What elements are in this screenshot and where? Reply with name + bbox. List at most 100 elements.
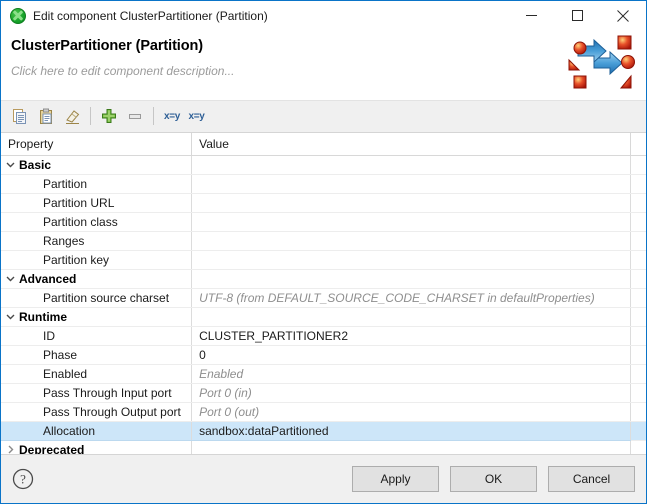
- group-label: Runtime: [19, 310, 67, 324]
- property-value: Port 0 (out): [192, 403, 630, 421]
- table-header-row: Property Value: [1, 133, 646, 156]
- property-value-cell[interactable]: [192, 250, 631, 269]
- svg-text:?: ?: [20, 472, 26, 487]
- group-value-cell: [192, 307, 631, 326]
- property-value-cell[interactable]: [192, 212, 631, 231]
- table-row[interactable]: Ranges: [1, 231, 646, 250]
- table-row[interactable]: Partition class: [1, 212, 646, 231]
- chevron-down-icon[interactable]: [1, 312, 19, 321]
- table-row[interactable]: EnabledEnabled: [1, 364, 646, 383]
- close-button[interactable]: [600, 1, 646, 30]
- property-value-cell[interactable]: Port 0 (out): [192, 402, 631, 421]
- apply-button[interactable]: Apply: [352, 466, 439, 492]
- maximize-button[interactable]: [554, 1, 600, 30]
- ok-button[interactable]: OK: [450, 466, 537, 492]
- minimize-button[interactable]: [508, 1, 554, 30]
- assign-value-icon[interactable]: x=y: [159, 103, 185, 129]
- table-row[interactable]: Phase0: [1, 345, 646, 364]
- property-name-cell: Enabled: [1, 364, 192, 383]
- group-toggle-runtime[interactable]: Runtime: [1, 307, 192, 326]
- table-row-spacer-cell: [631, 440, 646, 455]
- table-row-spacer-cell: [631, 155, 646, 174]
- group-value-cell: [192, 440, 631, 455]
- remove-icon[interactable]: [122, 103, 148, 129]
- property-value: Port 0 (in): [192, 384, 630, 402]
- group-label: Basic: [19, 158, 51, 172]
- table-row-spacer-cell: [631, 421, 646, 440]
- property-name: Enabled: [1, 365, 191, 383]
- property-name-cell: Pass Through Output port: [1, 402, 192, 421]
- column-header-property[interactable]: Property: [1, 133, 192, 156]
- table-row-spacer-cell: [631, 345, 646, 364]
- table-row[interactable]: Allocationsandbox:dataPartitioned: [1, 421, 646, 440]
- cancel-button[interactable]: Cancel: [548, 466, 635, 492]
- title-bar: Edit component ClusterPartitioner (Parti…: [1, 1, 646, 30]
- property-name: Ranges: [1, 232, 191, 250]
- property-value-cell[interactable]: [192, 231, 631, 250]
- table-group-row[interactable]: Advanced: [1, 269, 646, 288]
- column-header-spacer: [631, 133, 646, 156]
- property-value-cell[interactable]: [192, 193, 631, 212]
- property-name-cell: Partition key: [1, 250, 192, 269]
- table-row[interactable]: Pass Through Output portPort 0 (out): [1, 402, 646, 421]
- table-row[interactable]: Pass Through Input portPort 0 (in): [1, 383, 646, 402]
- table-row[interactable]: Partition: [1, 174, 646, 193]
- property-value: UTF-8 (from DEFAULT_SOURCE_CODE_CHARSET …: [192, 289, 630, 307]
- chevron-down-icon[interactable]: [1, 274, 19, 283]
- property-value-cell[interactable]: [192, 174, 631, 193]
- property-value: Enabled: [192, 365, 630, 383]
- property-name-cell: Partition source charset: [1, 288, 192, 307]
- component-description-field[interactable]: Click here to edit component description…: [11, 64, 636, 78]
- window-title: Edit component ClusterPartitioner (Parti…: [33, 9, 268, 23]
- table-row-spacer-cell: [631, 326, 646, 345]
- group-value-cell: [192, 269, 631, 288]
- property-name: Pass Through Output port: [1, 403, 191, 421]
- copy-icon[interactable]: [7, 103, 33, 129]
- assign-value-external-label: x=y: [188, 111, 207, 122]
- add-icon[interactable]: [96, 103, 122, 129]
- chevron-down-icon[interactable]: [1, 160, 19, 169]
- property-value-cell[interactable]: CLUSTER_PARTITIONER2: [192, 326, 631, 345]
- chevron-right-icon[interactable]: [1, 445, 19, 454]
- property-name-cell: Phase: [1, 345, 192, 364]
- property-name: Partition class: [1, 213, 191, 231]
- table-row-spacer-cell: [631, 288, 646, 307]
- table-row[interactable]: Partition URL: [1, 193, 646, 212]
- cluster-partitioner-arrows-icon: [564, 32, 638, 96]
- property-value: 0: [192, 346, 630, 364]
- group-toggle-deprecated[interactable]: Deprecated: [1, 440, 192, 455]
- property-value-cell[interactable]: Enabled: [192, 364, 631, 383]
- property-value-cell[interactable]: Port 0 (in): [192, 383, 631, 402]
- group-toggle-advanced[interactable]: Advanced: [1, 269, 192, 288]
- table-row[interactable]: Partition source charsetUTF-8 (from DEFA…: [1, 288, 646, 307]
- group-value-cell: [192, 155, 631, 174]
- paste-icon[interactable]: [33, 103, 59, 129]
- help-question-icon[interactable]: ?: [12, 468, 34, 490]
- table-row-spacer-cell: [631, 307, 646, 326]
- table-row[interactable]: IDCLUSTER_PARTITIONER2: [1, 326, 646, 345]
- table-row-spacer-cell: [631, 269, 646, 288]
- table-group-row[interactable]: Basic: [1, 155, 646, 174]
- property-name: Partition: [1, 175, 191, 193]
- clear-icon[interactable]: [59, 103, 85, 129]
- properties-table-container[interactable]: Property Value Basic PartitionPartition U…: [1, 133, 646, 455]
- group-toggle-basic[interactable]: Basic: [1, 155, 192, 174]
- table-row-spacer-cell: [631, 193, 646, 212]
- table-row-spacer-cell: [631, 364, 646, 383]
- toolbar-separator: [90, 107, 91, 125]
- property-value-cell[interactable]: sandbox:dataPartitioned: [192, 421, 631, 440]
- page-title: ClusterPartitioner (Partition): [11, 38, 636, 54]
- property-name-cell: Allocation: [1, 421, 192, 440]
- app-icon: [10, 8, 26, 24]
- assign-value-external-icon[interactable]: x=y: [185, 103, 211, 129]
- table-group-row[interactable]: Runtime: [1, 307, 646, 326]
- property-name: Pass Through Input port: [1, 384, 191, 402]
- group-label: Advanced: [19, 272, 76, 286]
- column-header-value[interactable]: Value: [192, 133, 631, 156]
- property-value-cell[interactable]: UTF-8 (from DEFAULT_SOURCE_CODE_CHARSET …: [192, 288, 631, 307]
- table-group-row[interactable]: Deprecated: [1, 440, 646, 455]
- table-row[interactable]: Partition key: [1, 250, 646, 269]
- table-row-spacer-cell: [631, 212, 646, 231]
- edit-component-dialog: Edit component ClusterPartitioner (Parti…: [0, 0, 647, 504]
- property-value-cell[interactable]: 0: [192, 345, 631, 364]
